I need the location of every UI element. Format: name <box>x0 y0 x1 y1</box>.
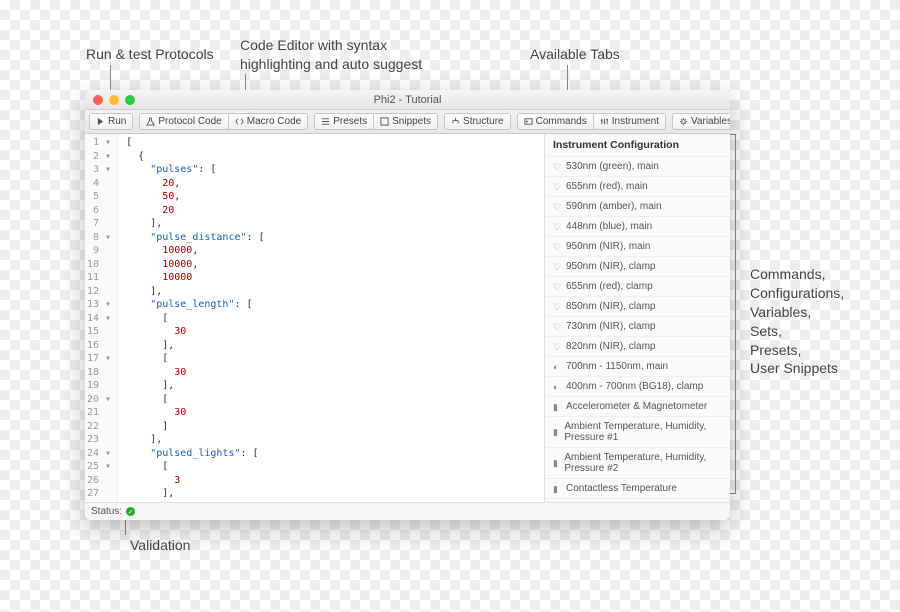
structure-label: Structure <box>463 116 504 127</box>
instrument-item-label: Contactless Temperature <box>566 483 677 494</box>
line-gutter: 1 ▾ 2 ▾ 3 ▾ 4 5 6 7 8 ▾ 9 10 11 12 13 ▾ … <box>85 134 118 502</box>
content-area: 1 ▾ 2 ▾ 3 ▾ 4 5 6 7 8 ▾ 9 10 11 12 13 ▾ … <box>85 134 730 502</box>
instrument-tab[interactable]: Instrument <box>594 113 666 130</box>
sensor-icon: ▮ <box>553 485 561 493</box>
instrument-item[interactable]: ▮ Accelerometer & Magnetometer <box>545 396 730 416</box>
list-icon <box>321 117 330 126</box>
instrument-item-label: 820nm (NIR), clamp <box>566 341 655 352</box>
status-bar: Status: ✓ <box>85 502 730 520</box>
bulb-icon: ♡ <box>553 243 561 251</box>
instrument-item[interactable]: ♡ 730nm (NIR), clamp <box>545 316 730 336</box>
instrument-item-label: 850nm (NIR), clamp <box>566 301 655 312</box>
instrument-item-label: 700nm - 1150nm, main <box>566 361 668 372</box>
sensor-icon: ▮ <box>553 428 559 436</box>
bulb-icon: ♡ <box>553 263 561 271</box>
macro-code-label: Macro Code <box>247 116 301 127</box>
instrument-item-label: 950nm (NIR), clamp <box>566 261 655 272</box>
sensor-icon: ▮ <box>553 403 561 411</box>
instrument-item-label: Accelerometer & Magnetometer <box>566 401 707 412</box>
instrument-item-label: 655nm (red), clamp <box>566 281 653 292</box>
instrument-item[interactable]: ◐ 400nm - 700nm (BG18), clamp <box>545 376 730 396</box>
gear-icon <box>679 117 688 126</box>
instrument-item[interactable]: ♡ 820nm (NIR), clamp <box>545 336 730 356</box>
bulb-icon: ♡ <box>553 343 561 351</box>
protocol-code-label: Protocol Code <box>158 116 221 127</box>
instrument-item[interactable]: ◐ 700nm - 1150nm, main <box>545 356 730 376</box>
flask-icon <box>146 117 155 126</box>
variables-tab[interactable]: Variables <box>672 113 730 130</box>
status-ok-icon: ✓ <box>126 507 135 516</box>
terminal-icon <box>524 117 533 126</box>
instrument-item[interactable]: ♡ 850nm (NIR), clamp <box>545 296 730 316</box>
toolbar: Run Protocol Code Macro Code Presets Sni… <box>85 110 730 134</box>
instrument-item[interactable]: ♡ 950nm (NIR), main <box>545 236 730 256</box>
instrument-item[interactable]: ▮ Contactless Temperature <box>545 478 730 498</box>
annotation-validation: Validation <box>130 536 190 555</box>
aperture-icon: ◐ <box>553 383 561 391</box>
instrument-panel-header: Instrument Configuration <box>545 134 730 156</box>
instrument-item[interactable]: ♡ 655nm (red), clamp <box>545 276 730 296</box>
aperture-icon: ◐ <box>553 363 561 371</box>
instrument-item[interactable]: ♡ 590nm (amber), main <box>545 196 730 216</box>
commands-tab[interactable]: Commands <box>517 113 594 130</box>
instrument-item-label: 590nm (amber), main <box>566 201 662 212</box>
snippets-label: Snippets <box>392 116 431 127</box>
variables-label: Variables <box>691 116 730 127</box>
status-label: Status: <box>91 506 122 517</box>
bulb-icon: ♡ <box>553 303 561 311</box>
annotation-editor: Code Editor with syntax highlighting and… <box>240 36 422 74</box>
code-editor[interactable]: 1 ▾ 2 ▾ 3 ▾ 4 5 6 7 8 ▾ 9 10 11 12 13 ▾ … <box>85 134 544 502</box>
instrument-item-label: Ambient Temperature, Humidity, Pressure … <box>564 421 722 443</box>
instrument-panel: Instrument Configuration ♡ 530nm (green),… <box>544 134 730 502</box>
bulb-icon: ♡ <box>553 223 561 231</box>
macro-code-tab[interactable]: Macro Code <box>229 113 308 130</box>
bulb-icon: ♡ <box>553 283 561 291</box>
instrument-item-label: 950nm (NIR), main <box>566 241 650 252</box>
sensor-icon: ▮ <box>553 459 559 467</box>
structure-tab[interactable]: Structure <box>444 113 511 130</box>
instrument-item-label: Ambient Temperature, Humidity, Pressure … <box>564 452 722 474</box>
instrument-item[interactable]: ♡ 448nm (blue), main <box>545 216 730 236</box>
bulb-icon: ♡ <box>553 203 561 211</box>
bulb-icon: ♡ <box>553 323 561 331</box>
instrument-item[interactable]: ▮ Ambient Temperature, Humidity, Pressure… <box>545 416 730 447</box>
window-title: Phi2 - Tutorial <box>85 94 730 106</box>
bulb-icon: ♡ <box>553 183 561 191</box>
snippet-icon <box>380 117 389 126</box>
annotation-run: Run & test Protocols <box>86 45 214 64</box>
instrument-label: Instrument <box>612 116 659 127</box>
run-button[interactable]: Run <box>89 113 133 130</box>
code-body[interactable]: [ { "pulses": [ 20, 50, 20 ], "pulse_dis… <box>118 134 325 502</box>
sliders-icon <box>600 117 609 126</box>
instrument-item[interactable]: ▮ Ambient Temperature, Humidity, Pressure… <box>545 447 730 478</box>
instrument-item[interactable]: ♡ 950nm (NIR), clamp <box>545 256 730 276</box>
presets-tab[interactable]: Presets <box>314 113 374 130</box>
play-icon <box>96 117 105 126</box>
protocol-code-tab[interactable]: Protocol Code <box>139 113 228 130</box>
instrument-item-label: 730nm (NIR), clamp <box>566 321 655 332</box>
bulb-icon: ♡ <box>553 163 561 171</box>
annotation-side: Commands, Configurations, Variables, Set… <box>750 265 844 378</box>
instrument-item[interactable]: ♡ 655nm (red), main <box>545 176 730 196</box>
instrument-item[interactable]: ♡ 530nm (green), main <box>545 156 730 176</box>
instrument-item-label: 655nm (red), main <box>566 181 648 192</box>
presets-label: Presets <box>333 116 367 127</box>
snippets-tab[interactable]: Snippets <box>374 113 438 130</box>
commands-label: Commands <box>536 116 587 127</box>
app-window: Phi2 - Tutorial Run Protocol Code Macro … <box>85 90 730 520</box>
tree-icon <box>451 117 460 126</box>
instrument-item-label: 448nm (blue), main <box>566 221 652 232</box>
run-label: Run <box>108 116 126 127</box>
instrument-item-label: 530nm (green), main <box>566 161 659 172</box>
instrument-item-label: 400nm - 700nm (BG18), clamp <box>566 381 703 392</box>
code-icon <box>235 117 244 126</box>
titlebar: Phi2 - Tutorial <box>85 90 730 110</box>
annotation-tabs: Available Tabs <box>530 45 620 64</box>
